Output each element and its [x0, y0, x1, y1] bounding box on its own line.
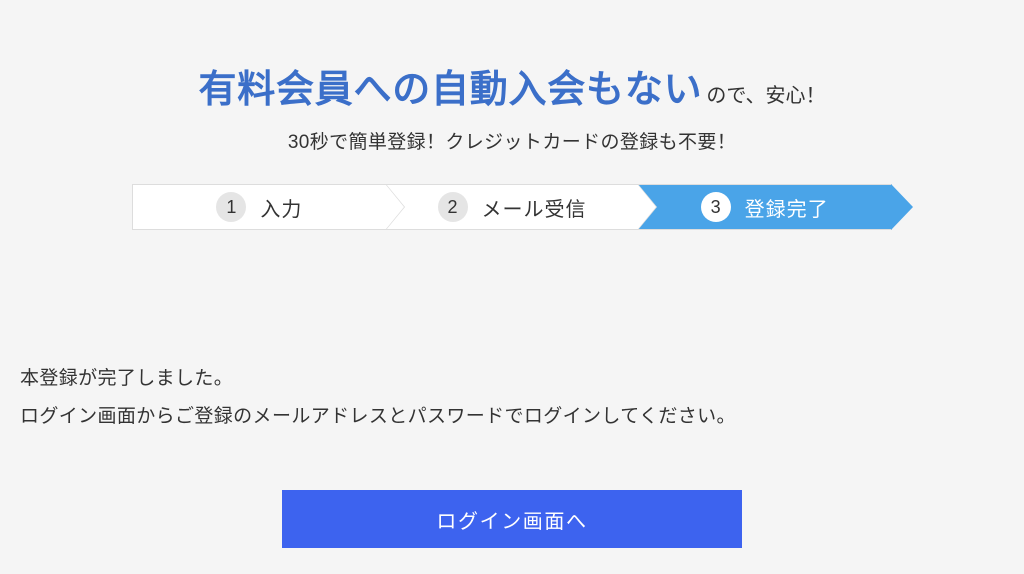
progress-stepper: 1 入力 2 メール受信 3 登録完了 [132, 184, 892, 230]
message-line-2: ログイン画面からご登録のメールアドレスとパスワードでログインしてください。 [20, 398, 1004, 436]
step-inner: 1 入力 [216, 192, 302, 222]
button-wrap: ログイン画面へ [0, 490, 1024, 548]
header-subtext: 30秒で簡単登録！クレジットカードの登録も不要！ [0, 127, 1024, 154]
header-section: 有料会員への自動入会もないので、安心！ 30秒で簡単登録！クレジットカードの登録… [0, 0, 1024, 154]
step-inner: 2 メール受信 [438, 192, 587, 222]
step-mail: 2 メール受信 [386, 185, 639, 229]
step-number-badge: 3 [701, 192, 731, 222]
message-line-1: 本登録が完了しました。 [20, 360, 1004, 398]
page-container: 有料会員への自動入会もないので、安心！ 30秒で簡単登録！クレジットカードの登録… [0, 0, 1024, 548]
headline-main: 有料会員への自動入会もない [198, 69, 702, 111]
step-complete: 3 登録完了 [638, 185, 891, 229]
message-section: 本登録が完了しました。 ログイン画面からご登録のメールアドレスとパスワードでログ… [0, 360, 1024, 436]
step-label: メール受信 [482, 193, 587, 222]
step-label: 登録完了 [745, 193, 829, 222]
step-number-badge: 1 [216, 192, 246, 222]
step-label: 入力 [260, 193, 302, 222]
step-input: 1 入力 [133, 185, 386, 229]
step-inner: 3 登録完了 [701, 192, 829, 222]
headline-sub: ので、安心！ [706, 85, 825, 107]
login-button[interactable]: ログイン画面へ [282, 490, 742, 548]
step-number-badge: 2 [438, 192, 468, 222]
headline: 有料会員への自動入会もないので、安心！ [198, 58, 825, 113]
